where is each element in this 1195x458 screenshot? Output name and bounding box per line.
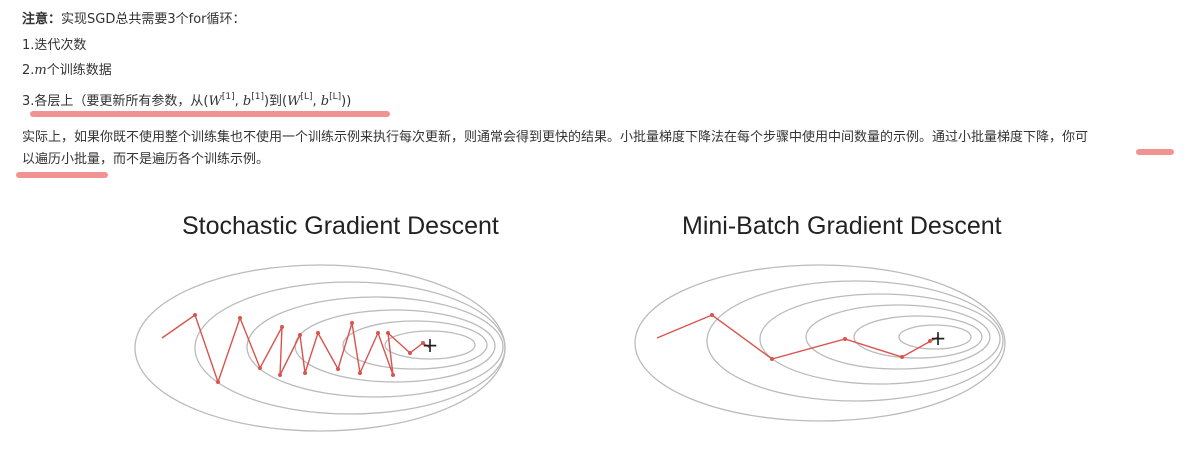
minibatch-contour-plot: + xyxy=(634,264,1006,422)
paragraph-line-2: 以遍历小批量，而不是遍历各个训练示例。 xyxy=(22,152,270,167)
sgd-contours xyxy=(134,264,506,432)
note-item-2: 2.m个训练数据 xyxy=(22,63,112,78)
sgd-contour-plot: + xyxy=(134,264,506,432)
minibatch-path xyxy=(656,314,939,360)
note-text: 实现SGD总共需要3个for循环： xyxy=(61,12,246,27)
note-item-3: 3.各层上（要更新所有参数，从(W[1], b[1])到(W[L], b[L])… xyxy=(22,92,352,109)
note-header: 注意：实现SGD总共需要3个for循环： xyxy=(22,10,246,30)
sgd-path xyxy=(161,313,431,385)
description-paragraph: 实际上，如果你既不使用整个训练集也不使用一个训练示例来执行每次更新，则通常会得到… xyxy=(22,127,1182,171)
highlight-underline-item-3 xyxy=(30,111,390,117)
paragraph-line-1: 实际上，如果你既不使用整个训练集也不使用一个训练示例来执行每次更新，则通常会得到… xyxy=(22,130,1089,145)
sgd-title: Stochastic Gradient Descent xyxy=(182,212,499,240)
highlight-underline-para-2 xyxy=(16,172,108,178)
minibatch-minimum-marker: + xyxy=(930,326,947,350)
minibatch-title: Mini-Batch Gradient Descent xyxy=(682,212,1002,240)
minibatch-contours xyxy=(634,264,1006,422)
note-item-1: 1.迭代次数 xyxy=(22,38,87,53)
highlight-underline-para-1 xyxy=(1136,149,1174,155)
note-prefix: 注意： xyxy=(22,12,62,27)
math-m: m xyxy=(34,63,47,78)
sgd-minimum-marker: + xyxy=(422,333,439,357)
